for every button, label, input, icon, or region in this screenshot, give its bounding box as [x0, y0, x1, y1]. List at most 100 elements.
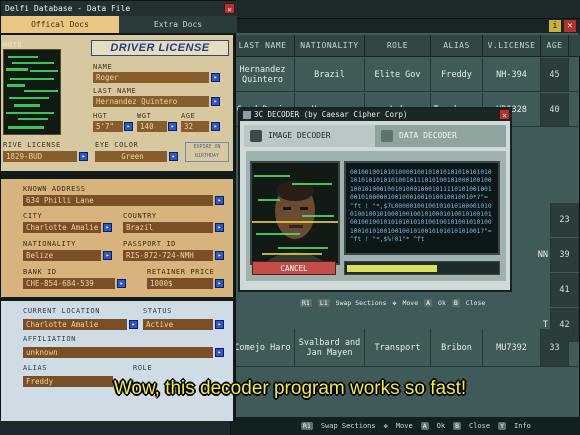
status-field[interactable]: Active [143, 319, 213, 330]
table-row[interactable]: Hernandez Quintero Brazil Elite Gov Fred… [231, 58, 580, 92]
current-location-label: CURRENT LOCATION [23, 307, 101, 315]
bank-field[interactable]: CHE-854-684-539 [23, 278, 115, 289]
dpad-icon: ✥ [383, 422, 388, 430]
dropdown-icon[interactable]: ▸ [169, 152, 178, 161]
wgt-label: WGT [137, 112, 152, 120]
country-label: COUNTRY [123, 212, 157, 220]
close-icon[interactable]: ✕ [499, 109, 510, 120]
license-photo [3, 49, 61, 135]
bank-label: BANK ID [23, 268, 57, 276]
tab-image-decoder[interactable]: IMAGE DECODER [244, 125, 375, 147]
affiliation-field[interactable]: unknown [23, 347, 213, 358]
last-name-label: LAST NAME [93, 87, 137, 95]
info-icon[interactable]: i [549, 20, 561, 32]
known-address-field[interactable]: 634 Philli Lane [23, 195, 213, 206]
cancel-button[interactable]: CANCEL [252, 261, 336, 275]
drive-license-field[interactable]: 1829-BUD [3, 151, 77, 162]
window-icon [243, 111, 251, 119]
dropdown-icon[interactable]: ▸ [117, 279, 126, 288]
data-output: 0010010010101000010010101010101010101010… [344, 161, 500, 255]
decoded-face-icon [252, 163, 338, 263]
a-button-icon: A [420, 422, 429, 430]
table-row[interactable]: Comejo Haro Svalbard and Jan Mayen Trans… [231, 329, 580, 367]
location-panel: CURRENT LOCATION Charlotte Amalie ▸ STAT… [1, 301, 233, 421]
table-header: LAST NAME NATIONALITY ROLE ALIAS V.LICEN… [231, 35, 580, 57]
dropdown-icon[interactable]: ▸ [124, 122, 133, 131]
age-field[interactable]: 32 [181, 121, 209, 132]
cell-age: 45 [541, 58, 569, 91]
close-icon[interactable]: ✕ [224, 3, 235, 14]
col-role[interactable]: ROLE [365, 35, 431, 56]
hint-info: Info [513, 422, 531, 430]
hint-ok: Ok [438, 299, 446, 307]
cell-age: 41 [551, 273, 579, 307]
dropdown-icon[interactable]: ▸ [215, 279, 224, 288]
col-nationality[interactable]: NATIONALITY [295, 35, 365, 56]
name-label: NAME [93, 63, 113, 71]
license-header-box: DRIVER LICENSE [91, 40, 229, 56]
dropdown-icon[interactable]: ▸ [211, 97, 220, 106]
tab-data-decoder[interactable]: DATA DECODER [375, 125, 506, 147]
drive-license-label: RIVE LICENSE [3, 141, 61, 149]
eye-color-field[interactable]: Green [95, 151, 167, 162]
cell-alias: Freddy [431, 58, 483, 91]
dropdown-icon[interactable]: ▸ [215, 348, 224, 357]
col-age[interactable]: AGE [541, 35, 569, 56]
eye-color-label: EYE COLOR [95, 141, 139, 149]
dropdown-icon[interactable]: ▸ [215, 320, 224, 329]
nationality-field[interactable]: Belize [23, 250, 101, 261]
hint-ok: Ok [436, 422, 446, 430]
decoder-title: 3C DECODER (by Caesar Cipher Corp) [240, 109, 510, 121]
cell-age: 39 [551, 238, 579, 272]
delfi-tabs: Offical Docs Extra Docs [1, 16, 237, 33]
current-location-field[interactable]: Charlotte Amalie [23, 319, 127, 330]
last-name-field[interactable]: Hernandez Quintero [93, 96, 209, 107]
cell-last-name: Comejo Haro [231, 329, 295, 366]
cell-nationality: Brazil [295, 58, 365, 91]
retainer-field[interactable]: 1000$ [147, 278, 213, 289]
driver-license-card: HOTO DRIVER LICENSE NAME Roger ▸ LAST NA… [1, 35, 233, 171]
dropdown-icon[interactable]: ▸ [211, 73, 220, 82]
cell-age: 40 [541, 93, 569, 126]
decoder-window: 3C DECODER (by Caesar Cipher Corp) ✕ IMA… [238, 107, 512, 292]
cell-last-name: Hernandez Quintero [231, 58, 295, 91]
hint-close: Close [465, 299, 486, 307]
dropdown-icon[interactable]: ▸ [211, 122, 220, 131]
cell-role: Transport [365, 329, 431, 366]
col-last-name[interactable]: LAST NAME [231, 35, 295, 56]
hint-close: Close [468, 422, 491, 430]
city-field[interactable]: Charlotte Amalie [23, 222, 101, 233]
image-screen [250, 161, 340, 265]
hint-swap: Swap Sections [335, 299, 387, 307]
dialogue-subtitle: Wow, this decoder program works so fast! [113, 378, 467, 399]
tab-official-docs[interactable]: Offical Docs [1, 16, 119, 33]
age-label: AGE [181, 112, 196, 120]
l1-button-icon: L1 [317, 299, 330, 307]
status-label: STATUS [143, 307, 172, 315]
decoder-hint-bar: R1 L1 Swap Sections ✥ Move A Ok B Close [244, 297, 506, 309]
role-label: ROLE [133, 364, 153, 372]
b-button-icon: B [451, 299, 460, 307]
country-field[interactable]: Brazil [123, 222, 213, 233]
close-icon[interactable]: ✕ [564, 20, 576, 32]
dpad-icon: ✥ [392, 299, 397, 307]
dropdown-icon[interactable]: ▸ [129, 320, 138, 329]
nationality-label: NATIONALITY [23, 240, 76, 248]
expire-stamp: EXPIRE ON BIRTHDAY [185, 142, 229, 162]
dropdown-icon[interactable]: ▸ [215, 251, 224, 260]
dropdown-icon[interactable]: ▸ [215, 196, 224, 205]
dropdown-icon[interactable]: ▸ [103, 223, 112, 232]
alias-label: ALIAS [23, 364, 48, 372]
dropdown-icon[interactable]: ▸ [103, 251, 112, 260]
wgt-field[interactable]: 140 [137, 121, 167, 132]
col-alias[interactable]: ALIAS [431, 35, 483, 56]
hgt-field[interactable]: 5'7" [93, 121, 123, 132]
dropdown-icon[interactable]: ▸ [79, 152, 88, 161]
col-license[interactable]: V.LICENSE [483, 35, 541, 56]
name-field[interactable]: Roger [93, 72, 209, 83]
dropdown-icon[interactable]: ▸ [215, 223, 224, 232]
passport-field[interactable]: RIS-872-724-NMH [123, 250, 213, 261]
dropdown-icon[interactable]: ▸ [168, 122, 177, 131]
cell-age: 23 [551, 203, 579, 237]
tab-extra-docs[interactable]: Extra Docs [119, 16, 237, 33]
